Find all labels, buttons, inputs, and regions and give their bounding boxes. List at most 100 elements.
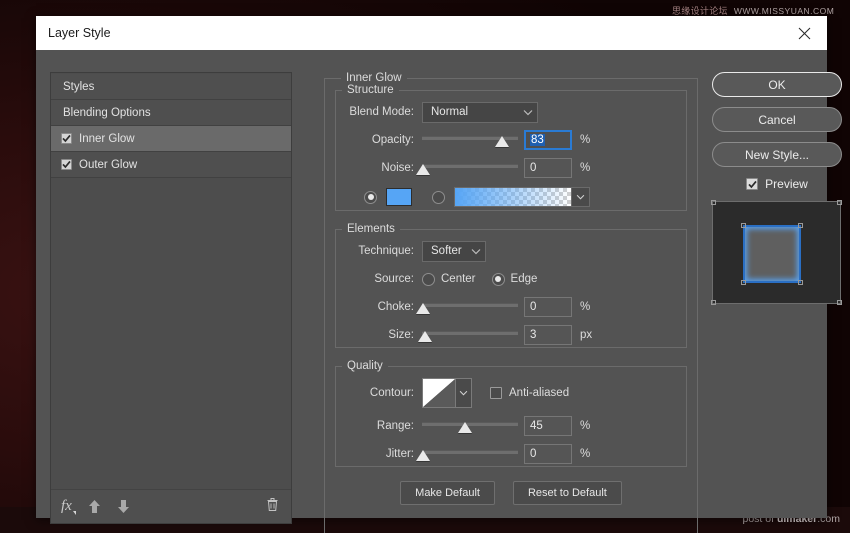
source-center-label[interactable]: Center: [441, 273, 476, 285]
sidebar-item-inner-glow[interactable]: Inner Glow: [51, 126, 291, 152]
technique-label: Technique:: [336, 245, 422, 257]
source-edge-radio[interactable]: [492, 273, 505, 286]
sidebar-item-styles[interactable]: Styles: [51, 74, 291, 100]
size-slider-track: [422, 331, 518, 335]
ok-button[interactable]: OK: [712, 72, 842, 97]
preview-thumbnail: [712, 201, 841, 304]
cancel-button[interactable]: Cancel: [712, 107, 842, 132]
preview-shape-handle: [798, 280, 803, 285]
technique-value: Softer: [431, 245, 463, 257]
range-slider[interactable]: [422, 416, 518, 436]
chevron-down-icon: [459, 390, 468, 396]
new-style-button[interactable]: New Style...: [712, 142, 842, 167]
dialog-body: Styles Blending Options Inner Glow: [36, 50, 827, 518]
opacity-label: Opacity:: [336, 134, 422, 146]
opacity-input[interactable]: 83: [524, 130, 572, 150]
outer-glow-checkbox[interactable]: [61, 159, 72, 170]
layer-style-dialog: Layer Style Styles Blending Options: [36, 16, 827, 518]
preview-toggle-row[interactable]: Preview: [712, 177, 842, 191]
inner-glow-checkbox[interactable]: [61, 133, 72, 144]
quality-group: Quality Contour: Anti-aliased Range:: [335, 360, 687, 467]
opacity-unit: %: [580, 134, 590, 146]
blend-mode-row: Blend Mode: Normal: [336, 100, 686, 124]
source-edge-label[interactable]: Edge: [511, 273, 538, 285]
glow-color-swatch[interactable]: [386, 188, 412, 206]
source-row: Source: Center Edge: [336, 267, 686, 291]
noise-row: Noise: 0 %: [336, 156, 686, 180]
contour-label: Contour:: [336, 387, 422, 399]
choke-unit: %: [580, 301, 590, 313]
move-up-button[interactable]: [88, 499, 101, 514]
fx-icon: fx: [61, 499, 72, 514]
dialog-title: Layer Style: [48, 26, 111, 40]
default-buttons-row: Make Default Reset to Default: [335, 481, 687, 505]
jitter-row: Jitter: 0 %: [336, 442, 686, 466]
choke-input[interactable]: 0: [524, 297, 572, 317]
make-default-button[interactable]: Make Default: [400, 481, 495, 505]
reset-to-default-button[interactable]: Reset to Default: [513, 481, 622, 505]
noise-slider[interactable]: [422, 158, 518, 178]
range-label: Range:: [336, 420, 422, 432]
preview-checkbox[interactable]: [746, 178, 758, 190]
sidebar-item-label: Blending Options: [63, 107, 151, 119]
noise-slider-thumb[interactable]: [416, 164, 430, 175]
gradient-picker-button[interactable]: [572, 187, 590, 207]
structure-group-title: Structure: [342, 84, 399, 96]
choke-slider-thumb[interactable]: [416, 303, 430, 314]
jitter-slider[interactable]: [422, 444, 518, 464]
size-slider[interactable]: [422, 325, 518, 345]
styles-panel-footer: fx: [51, 489, 291, 523]
range-slider-thumb[interactable]: [458, 422, 472, 433]
anti-aliased-checkbox[interactable]: [490, 387, 502, 399]
sidebar-item-label: Outer Glow: [79, 159, 137, 171]
preview-handle: [837, 300, 842, 305]
jitter-slider-track: [422, 450, 518, 454]
noise-slider-track: [422, 164, 518, 168]
chevron-down-icon: [471, 248, 481, 255]
sidebar-item-label: Inner Glow: [79, 133, 135, 145]
blend-mode-value: Normal: [431, 106, 515, 118]
range-input[interactable]: 45: [524, 416, 572, 436]
opacity-slider-thumb[interactable]: [495, 136, 509, 147]
delete-effect-button[interactable]: [266, 497, 279, 517]
anti-aliased-label[interactable]: Anti-aliased: [509, 387, 569, 399]
close-icon: [798, 27, 811, 40]
jitter-slider-thumb[interactable]: [416, 450, 430, 461]
source-center-radio[interactable]: [422, 273, 435, 286]
preview-handle: [711, 200, 716, 205]
source-label: Source:: [336, 273, 422, 285]
close-button[interactable]: [781, 16, 827, 50]
opacity-slider[interactable]: [422, 130, 518, 150]
chevron-down-icon: [576, 194, 585, 200]
jitter-value: 0: [530, 448, 536, 460]
sidebar-item-label: Styles: [63, 81, 94, 93]
add-effect-button[interactable]: fx: [61, 499, 72, 514]
fill-color-radio[interactable]: [364, 191, 377, 204]
jitter-input[interactable]: 0: [524, 444, 572, 464]
opacity-value: 83: [530, 134, 545, 146]
range-value: 45: [530, 420, 543, 432]
noise-input[interactable]: 0: [524, 158, 572, 178]
glow-gradient-preview[interactable]: [454, 187, 572, 207]
range-unit: %: [580, 420, 590, 432]
technique-select[interactable]: Softer: [422, 241, 486, 262]
sidebar-item-outer-glow[interactable]: Outer Glow: [51, 152, 291, 178]
size-slider-thumb[interactable]: [418, 331, 432, 342]
noise-value: 0: [530, 162, 536, 174]
size-input[interactable]: 3: [524, 325, 572, 345]
contour-preview[interactable]: [422, 378, 456, 408]
contour-picker-button[interactable]: [456, 378, 472, 408]
preview-shape-handle: [741, 280, 746, 285]
move-down-button[interactable]: [117, 499, 130, 514]
elements-group: Elements Technique: Softer Source:: [335, 223, 687, 348]
fill-gradient-radio[interactable]: [432, 191, 445, 204]
settings-column: Inner Glow Structure Blend Mode: Normal: [324, 72, 698, 533]
preview-shape-handle: [798, 223, 803, 228]
choke-slider[interactable]: [422, 297, 518, 317]
arrow-down-icon: [117, 499, 130, 514]
dialog-titlebar: Layer Style: [36, 16, 827, 50]
choke-label: Choke:: [336, 301, 422, 313]
sidebar-item-blending-options[interactable]: Blending Options: [51, 100, 291, 126]
preview-handle: [711, 300, 716, 305]
blend-mode-select[interactable]: Normal: [422, 102, 538, 123]
